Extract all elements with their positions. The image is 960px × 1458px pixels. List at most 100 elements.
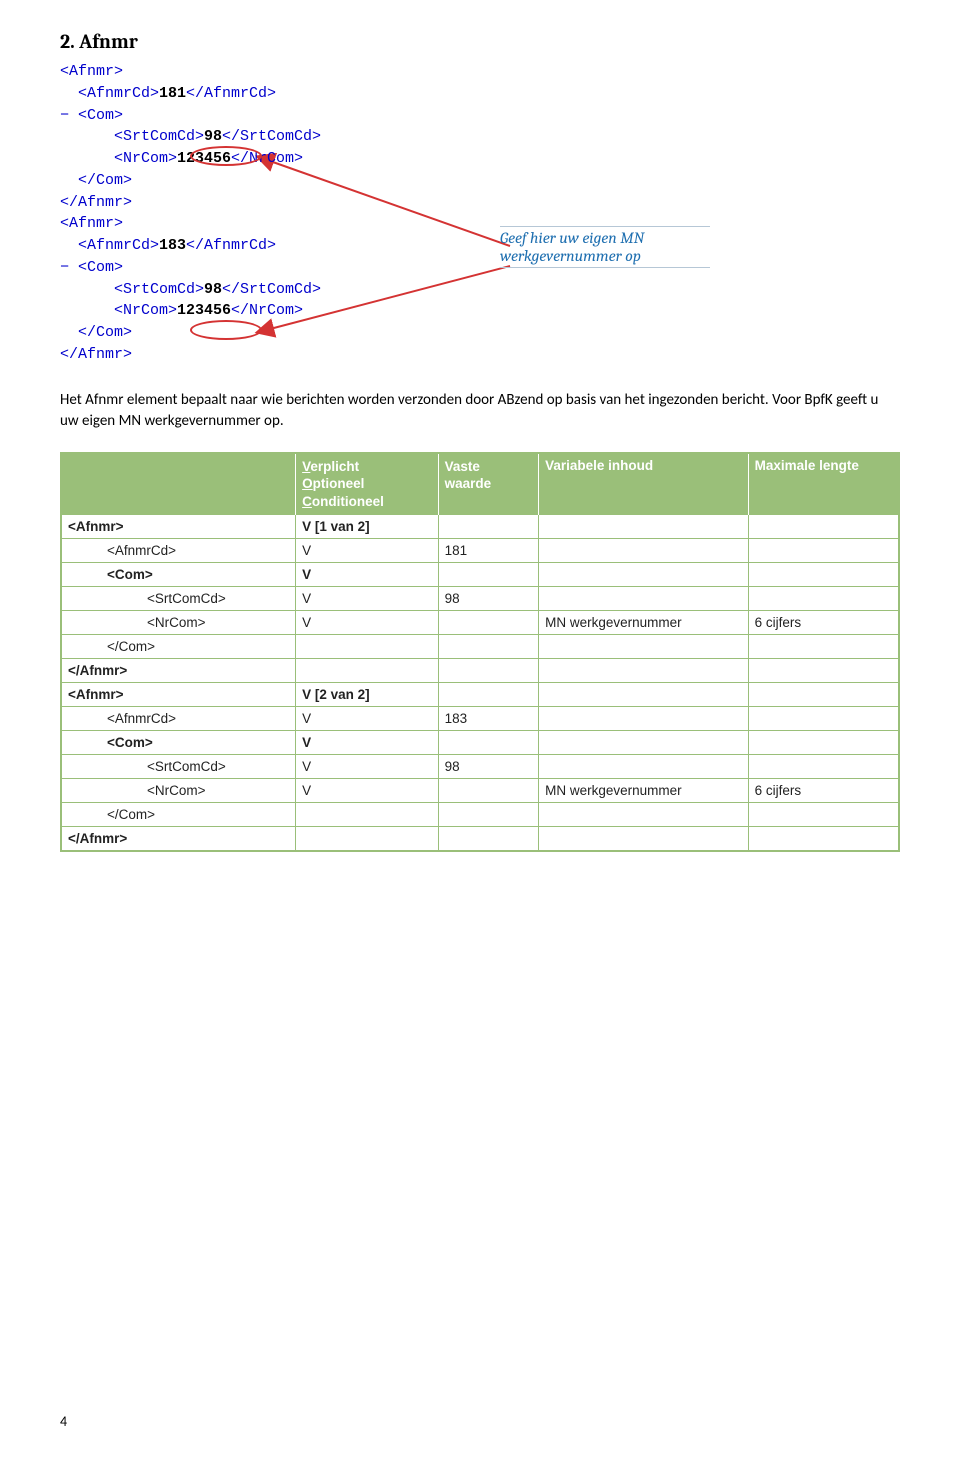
cell-variabele — [539, 563, 749, 587]
cell-voc: V — [296, 707, 438, 731]
xml-text: <Com> — [78, 107, 123, 124]
cell-element: <AfnmrCd> — [61, 707, 296, 731]
cell-voc: V — [296, 755, 438, 779]
xml-text: <AfnmrCd> — [78, 85, 159, 102]
table-row: <NrCom>VMN werkgevernummer6 cijfers — [61, 779, 899, 803]
body-paragraph: Het Afnmr element bepaalt naar wie beric… — [60, 390, 900, 432]
xml-line: </Afnmr> — [60, 344, 900, 366]
table-row: </Com> — [61, 635, 899, 659]
xml-text: </AfnmrCd> — [186, 85, 276, 102]
xml-value: 98 — [204, 128, 222, 145]
xml-value: 181 — [159, 85, 186, 102]
cell-voc — [296, 827, 438, 852]
cell-element: <Com> — [61, 563, 296, 587]
annotation-divider — [500, 226, 710, 227]
table-row: <NrCom>VMN werkgevernummer6 cijfers — [61, 611, 899, 635]
table-row: <SrtComCd>V98 — [61, 587, 899, 611]
xml-line: <AfnmrCd>183</AfnmrCd> — [60, 235, 900, 257]
section-title: 2. Afnmr — [60, 30, 900, 53]
table-row: <AfnmrCd>V183 — [61, 707, 899, 731]
cell-variabele — [539, 755, 749, 779]
xml-line: − <Com> — [60, 257, 900, 279]
cell-variabele — [539, 587, 749, 611]
cell-element: <Afnmr> — [61, 683, 296, 707]
xml-text: <AfnmrCd> — [78, 237, 159, 254]
cell-variabele — [539, 539, 749, 563]
cell-voc: V — [296, 563, 438, 587]
collapse-icon: − — [60, 105, 78, 127]
cell-max: 6 cijfers — [748, 611, 899, 635]
xml-text: </SrtComCd> — [222, 281, 321, 298]
cell-max: 6 cijfers — [748, 779, 899, 803]
circle-highlight-2 — [190, 320, 262, 340]
cell-variabele — [539, 659, 749, 683]
th-vaste: Vaste waarde — [438, 453, 539, 515]
cell-element: <Com> — [61, 731, 296, 755]
xml-line: <NrCom>123456</NrCom> — [60, 148, 900, 170]
xml-value: 183 — [159, 237, 186, 254]
cell-variabele — [539, 635, 749, 659]
cell-vaste — [438, 731, 539, 755]
circle-highlight-1 — [190, 146, 262, 166]
cell-element: <AfnmrCd> — [61, 539, 296, 563]
th-variabele: Variabele inhoud — [539, 453, 749, 515]
table-row: <SrtComCd>V98 — [61, 755, 899, 779]
cell-max — [748, 803, 899, 827]
xml-text: <SrtComCd> — [114, 128, 204, 145]
cell-variabele — [539, 683, 749, 707]
cell-variabele — [539, 515, 749, 539]
cell-voc: V — [296, 611, 438, 635]
cell-vaste — [438, 611, 539, 635]
cell-vaste — [438, 563, 539, 587]
th-voc: Verplicht Optioneel Conditioneel — [296, 453, 438, 515]
cell-max — [748, 539, 899, 563]
table-row: <Com>V — [61, 731, 899, 755]
cell-max — [748, 707, 899, 731]
cell-max — [748, 683, 899, 707]
xml-line: <SrtComCd>98</SrtComCd> — [60, 279, 900, 301]
xml-example-block: Geef hier uw eigen MN werkgevernummer op… — [60, 61, 900, 366]
cell-variabele — [539, 731, 749, 755]
cell-voc: V — [296, 587, 438, 611]
table-row: <Afnmr>V [2 van 2] — [61, 683, 899, 707]
xml-line: <AfnmrCd>181</AfnmrCd> — [60, 83, 900, 105]
cell-vaste: 181 — [438, 539, 539, 563]
cell-vaste: 98 — [438, 587, 539, 611]
table-row: </Com> — [61, 803, 899, 827]
th-text: waarde — [445, 475, 533, 493]
table-row: </Afnmr> — [61, 827, 899, 852]
cell-element: </Afnmr> — [61, 659, 296, 683]
cell-max — [748, 587, 899, 611]
cell-element: </Afnmr> — [61, 827, 296, 852]
th-text: Vaste — [445, 458, 533, 476]
collapse-icon: − — [60, 257, 78, 279]
cell-voc: V [1 van 2] — [296, 515, 438, 539]
cell-element: <SrtComCd> — [61, 755, 296, 779]
xml-text: </NrCom> — [231, 302, 303, 319]
xml-text: <Com> — [78, 259, 123, 276]
cell-vaste — [438, 659, 539, 683]
annotation-divider-bottom — [500, 267, 710, 268]
cell-voc: V [2 van 2] — [296, 683, 438, 707]
cell-voc — [296, 659, 438, 683]
th-text: O — [302, 476, 313, 491]
xml-line: − <Com> — [60, 105, 900, 127]
cell-vaste: 98 — [438, 755, 539, 779]
xml-line: <NrCom>123456</NrCom> — [60, 300, 900, 322]
th-text: onditioneel — [312, 494, 384, 509]
xml-text: </AfnmrCd> — [186, 237, 276, 254]
cell-variabele — [539, 827, 749, 852]
cell-vaste — [438, 779, 539, 803]
th-text: ptioneel — [313, 476, 365, 491]
th-text: C — [302, 494, 312, 509]
cell-max — [748, 755, 899, 779]
cell-vaste: 183 — [438, 707, 539, 731]
cell-max — [748, 515, 899, 539]
cell-element: <Afnmr> — [61, 515, 296, 539]
xml-line: </Afnmr> — [60, 192, 900, 214]
cell-variabele — [539, 803, 749, 827]
xml-value: 123456 — [177, 302, 231, 319]
cell-element: <NrCom> — [61, 779, 296, 803]
table-row: <AfnmrCd>V181 — [61, 539, 899, 563]
th-text: erplicht — [310, 459, 359, 474]
